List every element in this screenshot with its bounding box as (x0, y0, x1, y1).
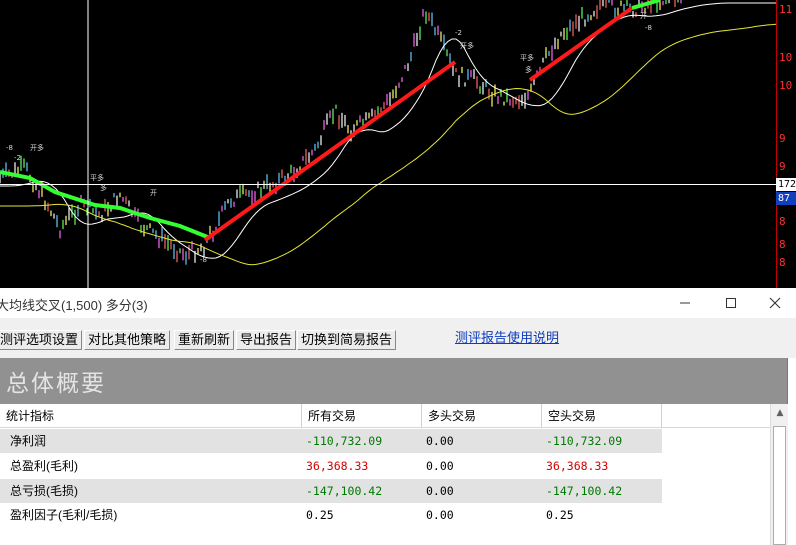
close-icon (769, 297, 781, 309)
right-gutter (788, 358, 796, 545)
slow-moving-average-line (0, 23, 777, 266)
price-tick: 9 (779, 160, 786, 173)
price-tick: 10 (779, 79, 793, 92)
signal-label: 平多 (520, 53, 534, 62)
price-tick: 8 (779, 256, 786, 269)
report-toolbar: 测评选项设置 对比其他策略 重新刷新 导出报告 切换到简易报告 (0, 318, 796, 358)
price-tick: 11 (779, 3, 793, 16)
price-chart[interactable]: -8 -2 开多 平多多开 -8 -2 开多 平多多开 -8 11 10 10 9 9 8 8 … (0, 0, 796, 288)
report-help-link[interactable]: 测评报告使用说明 (455, 327, 559, 346)
cell-short: 36,368.33 (546, 459, 609, 473)
signal-label: -8 (6, 144, 13, 152)
column-header-long-trades[interactable]: 多头交易 (422, 404, 542, 428)
cell-all: 0.25 (306, 508, 334, 522)
signal-label: 开 (640, 12, 647, 20)
cell-long: 0.00 (426, 508, 454, 522)
minimize-button[interactable] (662, 288, 708, 318)
signal-label: 多 (525, 65, 532, 74)
signal-label: 开多 (30, 143, 44, 152)
table-row[interactable]: 盈利因子(毛利/毛损) 0.25 0.00 0.25 (0, 503, 662, 527)
fast-moving-average-line (0, 2, 776, 259)
column-header-metric[interactable]: 统计指标 (0, 404, 302, 428)
long-trend-segment (203, 60, 457, 242)
column-header-short-trades[interactable]: 空头交易 (542, 404, 662, 428)
scroll-up-arrow-icon[interactable]: ▲ (771, 408, 789, 418)
maximize-icon (726, 298, 736, 308)
statistics-table: 统计指标 所有交易 多头交易 空头交易 净利润 -110,732.09 0.00… (0, 404, 770, 545)
row-label: 总亏损(毛损) (10, 484, 78, 498)
row-label: 净利润 (10, 434, 47, 448)
signal-label: 开 (150, 189, 157, 197)
switch-simple-report-button[interactable]: 切换到简易报告 (297, 330, 397, 350)
cell-all: -147,100.42 (306, 484, 383, 498)
table-row[interactable]: 总亏损(毛损) -147,100.42 0.00 -147,100.42 (0, 479, 662, 503)
short-trend-segment (631, 0, 661, 10)
window-title: 大均线交叉(1,500) 多分(3) (0, 298, 148, 313)
price-tick: 9 (779, 132, 786, 145)
close-button[interactable] (752, 288, 796, 318)
price-tick: 8 (779, 238, 786, 251)
signal-label: 开多 (460, 41, 474, 50)
row-label: 总盈利(毛利) (10, 459, 78, 473)
window-titlebar[interactable]: 大均线交叉(1,500) 多分(3) (0, 288, 796, 318)
summary-title: 总体概要 (6, 371, 106, 397)
evaluation-options-button[interactable]: 测评选项设置 (0, 330, 83, 350)
column-header-all-trades[interactable]: 所有交易 (302, 404, 422, 428)
price-axis: 11 10 10 9 9 8 8 8 (776, 0, 796, 288)
export-report-button[interactable]: 导出报告 (236, 330, 297, 350)
table-vertical-scrollbar[interactable]: ▲ (770, 404, 788, 545)
current-price-tag: 87 (776, 192, 796, 205)
long-trend-segment (528, 6, 634, 82)
cell-all: -110,732.09 (306, 434, 383, 448)
price-tick: 10 (779, 51, 793, 64)
maximize-button[interactable] (708, 288, 754, 318)
cell-long: 0.00 (426, 434, 454, 448)
price-tick: 8 (779, 215, 786, 228)
table-row[interactable]: 总盈利(毛利) 36,368.33 0.00 36,368.33 (0, 454, 662, 478)
row-label: 盈利因子(毛利/毛损) (10, 508, 118, 522)
cell-all: 36,368.33 (306, 459, 369, 473)
cell-short: 0.25 (546, 508, 574, 522)
signal-label: -8 (645, 24, 652, 32)
signal-label: 平多 (90, 173, 104, 182)
crosshair-price-tag: 172 (776, 178, 796, 191)
signal-label: -8 (200, 256, 207, 264)
cell-short: -147,100.42 (546, 484, 623, 498)
scrollbar-thumb[interactable] (773, 426, 786, 545)
table-row[interactable]: 净利润 -110,732.09 0.00 -110,732.09 (0, 429, 662, 453)
cell-long: 0.00 (426, 459, 454, 473)
short-trend-segment (0, 170, 211, 240)
signal-label: -2 (455, 29, 462, 37)
cell-long: 0.00 (426, 484, 454, 498)
summary-header: 总体概要 (0, 358, 788, 404)
table-header: 统计指标 所有交易 多头交易 空头交易 (0, 404, 770, 428)
compare-strategies-button[interactable]: 对比其他策略 (84, 330, 171, 350)
refresh-button[interactable]: 重新刷新 (174, 330, 235, 350)
chart-canvas: -8-2开多平多多开-8-2开多平多多开-8 (0, 0, 777, 288)
cell-short: -110,732.09 (546, 434, 623, 448)
signal-label: -2 (14, 154, 21, 162)
minimize-icon (680, 302, 690, 304)
